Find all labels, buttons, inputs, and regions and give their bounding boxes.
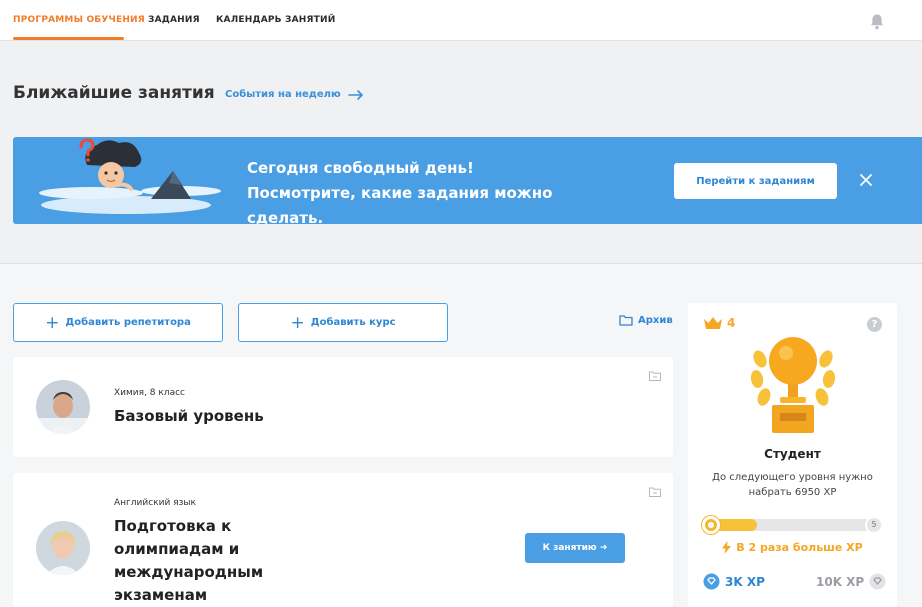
banner-message: Сегодня свободный день! Посмотрите, каки… bbox=[247, 159, 553, 224]
folder-icon bbox=[619, 315, 633, 326]
active-tab-indicator bbox=[13, 37, 124, 40]
archive-link[interactable]: Архив bbox=[619, 314, 673, 326]
plus-icon: + bbox=[290, 312, 305, 333]
tutor-avatar bbox=[36, 380, 90, 434]
section-title: Ближайшие занятия bbox=[13, 83, 215, 103]
add-course-label: Добавить курс bbox=[310, 317, 396, 328]
bell-icon[interactable] bbox=[869, 13, 885, 30]
course-name: Базовый уровень bbox=[114, 407, 264, 425]
xp-boost-label: В 2 раза больше XP bbox=[736, 541, 863, 554]
tab-assignments[interactable]: ЗАДАНИЯ bbox=[148, 15, 200, 25]
arrow-right-icon bbox=[347, 89, 363, 100]
crown-icon bbox=[704, 317, 722, 329]
target-xp-value: 10K XP bbox=[816, 574, 865, 589]
next-level-marker: 5 bbox=[865, 516, 883, 534]
course-subject: Английский язык bbox=[114, 498, 196, 508]
crown-count: 4 bbox=[727, 316, 736, 330]
target-xp: 10K XP bbox=[816, 573, 886, 590]
current-xp-value: 3K XP bbox=[725, 574, 765, 589]
lightning-icon bbox=[722, 541, 732, 554]
archive-folder-icon[interactable] bbox=[649, 371, 661, 381]
archive-folder-icon[interactable] bbox=[649, 487, 661, 497]
week-events-link[interactable]: События на неделю bbox=[225, 89, 364, 100]
plus-icon: + bbox=[45, 312, 60, 333]
diamond-badge-icon bbox=[869, 573, 886, 590]
go-to-lesson-button[interactable]: К занятию ➜ bbox=[525, 533, 625, 563]
crown-counter: 4 bbox=[703, 316, 735, 330]
tab-programs[interactable]: ПРОГРАММЫ ОБУЧЕНИЯ bbox=[13, 15, 145, 25]
add-course-button[interactable]: + Добавить курс bbox=[238, 303, 448, 342]
course-subject: Химия, 8 класс bbox=[114, 388, 185, 398]
level-name: Студент bbox=[764, 447, 821, 461]
archive-label: Архив bbox=[638, 314, 673, 326]
week-events-label: События на неделю bbox=[225, 89, 341, 100]
top-navigation: ПРОГРАММЫ ОБУЧЕНИЯ ЗАДАНИЯ КАЛЕНДАРЬ ЗАН… bbox=[0, 0, 922, 41]
course-name: Подготовка к олимпиадам и международным … bbox=[114, 517, 264, 604]
level-progress-bar: 5 bbox=[702, 516, 883, 534]
help-icon[interactable]: ? bbox=[867, 317, 882, 332]
tutor-avatar bbox=[36, 521, 90, 575]
xp-boost: В 2 раза больше XP bbox=[688, 541, 897, 554]
free-day-banner: Сегодня свободный день! Посмотрите, каки… bbox=[13, 137, 922, 224]
go-to-assignments-button[interactable]: Перейти к заданиям bbox=[674, 163, 837, 199]
add-tutor-button[interactable]: + Добавить репетитора bbox=[13, 303, 223, 342]
trophy-icon bbox=[750, 337, 836, 433]
course-card[interactable]: Химия, 8 класс Базовый уровень bbox=[13, 357, 673, 457]
current-xp: 3K XP bbox=[703, 573, 765, 590]
swimmer-illustration-icon bbox=[39, 138, 221, 214]
level-widget: 4 ? Студент До следующего уровня нужно н… bbox=[688, 303, 897, 607]
progress-start-marker bbox=[702, 516, 720, 534]
tab-calendar[interactable]: КАЛЕНДАРЬ ЗАНЯТИЙ bbox=[216, 15, 335, 25]
close-icon[interactable] bbox=[859, 173, 873, 187]
course-card[interactable]: Английский язык Подготовка к олимпиадам … bbox=[13, 473, 673, 607]
level-hint: До следующего уровня нужно набрать 6950 … bbox=[712, 472, 873, 498]
upcoming-section: Ближайшие занятия События на неделю Сего… bbox=[0, 41, 922, 264]
diamond-badge-icon bbox=[703, 573, 720, 590]
add-tutor-label: Добавить репетитора bbox=[65, 317, 191, 328]
